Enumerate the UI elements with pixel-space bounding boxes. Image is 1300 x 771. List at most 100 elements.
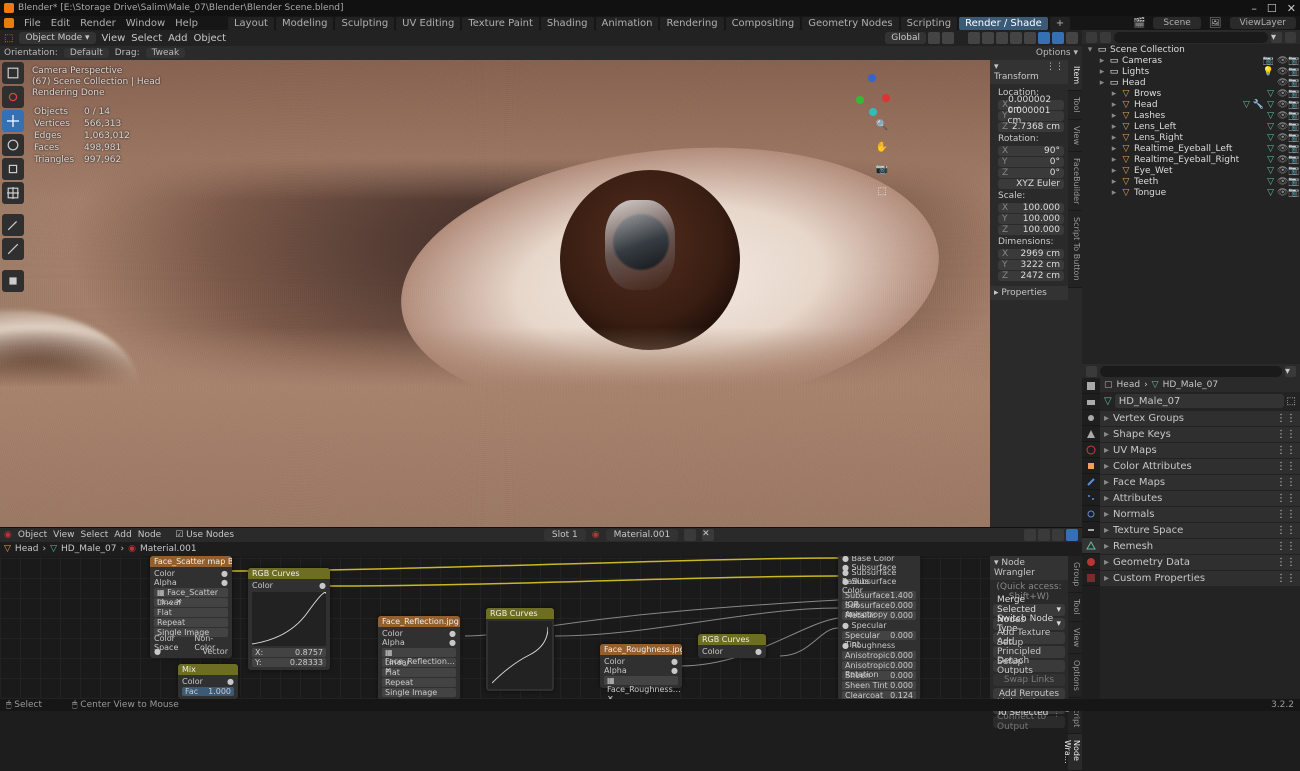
rotation-mode[interactable]: XYZ Euler — [998, 179, 1064, 189]
bsdf-socket[interactable]: Sheen0.000 — [842, 671, 916, 680]
ntab-item[interactable]: Item — [1068, 60, 1082, 91]
menu-window[interactable]: Window — [126, 18, 165, 29]
axis-y-icon[interactable] — [856, 96, 864, 104]
tool-move[interactable] — [2, 110, 24, 132]
ptab-modifiers[interactable] — [1082, 474, 1100, 490]
node-graph[interactable]: Face_Scatter map Blender.jpg Color● Alph… — [0, 556, 990, 699]
ptab-constraints[interactable] — [1082, 522, 1100, 538]
prop-panel-header[interactable]: ▸Vertex Groups⋮⋮ — [1100, 410, 1300, 426]
nw-connect[interactable]: Connect to Output — [993, 716, 1065, 728]
slot-dropdown[interactable]: Slot 1 — [544, 529, 586, 541]
ntab-script[interactable]: Script To Button — [1068, 211, 1082, 288]
pause-render[interactable] — [1066, 32, 1078, 44]
orientation-value[interactable]: Default — [64, 48, 109, 58]
workspace-add-button[interactable]: + — [1050, 17, 1070, 30]
ptab-world[interactable] — [1082, 442, 1100, 458]
menu-file[interactable]: File — [24, 18, 41, 29]
shader-editor-icon[interactable]: ◉ — [4, 530, 12, 540]
node-rgb-curves-3[interactable]: RGB Curves Color● — [698, 634, 766, 658]
mode-dropdown[interactable]: Object Mode ▾ — [19, 32, 95, 44]
proportional-toggle[interactable] — [942, 32, 954, 44]
scene-field[interactable]: Scene — [1153, 17, 1200, 29]
node-image-texture-2[interactable]: Face_Reflection.jpg Color● Alpha● ▦ Face… — [378, 616, 460, 699]
ptab-viewlayer[interactable] — [1082, 410, 1100, 426]
tool-scale[interactable] — [2, 158, 24, 180]
ntab2-group[interactable]: Group — [1068, 556, 1082, 593]
window-close-button[interactable]: ✕ — [1287, 2, 1296, 15]
outliner-tree[interactable]: ▾▭Scene Collection▸▭Cameras 📷👁📷▸▭Lights … — [1082, 44, 1300, 364]
outliner-row[interactable]: ▸▽Lashes ▽👁📷 — [1082, 110, 1300, 121]
window-maximize-button[interactable]: ☐ — [1267, 2, 1277, 15]
bc-obj[interactable]: Head — [1117, 380, 1141, 390]
bc-mesh[interactable]: HD_Male_07 — [61, 544, 116, 554]
workspace-tab[interactable]: Modeling — [276, 17, 334, 30]
shading-rendered[interactable] — [1052, 32, 1064, 44]
bsdf-socket[interactable]: ● Roughness — [842, 641, 916, 650]
scale-z[interactable]: Z100.000 — [998, 225, 1064, 235]
restrict-render-icon[interactable]: 📷 — [1288, 133, 1298, 143]
ptab-render[interactable] — [1082, 378, 1100, 394]
restrict-viewport-icon[interactable]: 👁 — [1277, 78, 1287, 88]
outliner-row[interactable]: ▸▭Head👁📷 — [1082, 77, 1300, 88]
ne-view[interactable]: View — [53, 530, 74, 540]
viewport-3d[interactable]: Camera Perspective (67) Scene Collection… — [0, 60, 990, 527]
prop-panel-header[interactable]: ▸Remesh⋮⋮ — [1100, 538, 1300, 554]
ptab-particles[interactable] — [1082, 490, 1100, 506]
bsdf-socket[interactable]: Specular Tint0.000 — [842, 631, 916, 640]
restrict-render-icon[interactable]: 📷 — [1288, 144, 1298, 154]
outliner-row[interactable]: ▸▭Lights 💡👁📷 — [1082, 66, 1300, 77]
use-nodes-checkbox[interactable]: ☑ Use Nodes — [175, 530, 234, 540]
dim-x[interactable]: X2969 cm — [998, 249, 1064, 259]
ptab-scene[interactable] — [1082, 426, 1100, 442]
outliner-row[interactable]: ▸▽Realtime_Eyeball_Left ▽👁📷 — [1082, 143, 1300, 154]
ptab-object[interactable] — [1082, 458, 1100, 474]
rotation-x[interactable]: X90° — [998, 146, 1064, 156]
outliner-new-collection[interactable] — [1285, 32, 1296, 43]
ptab-texture[interactable] — [1082, 570, 1100, 586]
camera-icon[interactable]: 📷 — [874, 164, 890, 180]
restrict-render-icon[interactable]: 📷 — [1288, 122, 1298, 132]
restrict-viewport-icon[interactable]: 👁 — [1277, 89, 1287, 99]
outliner-row[interactable]: ▾▭Scene Collection — [1082, 44, 1300, 55]
ptab-data[interactable] — [1082, 538, 1100, 554]
restrict-viewport-icon[interactable]: 👁 — [1277, 188, 1287, 198]
outliner-row[interactable]: ▸▽Brows ▽👁📷 — [1082, 88, 1300, 99]
restrict-viewport-icon[interactable]: 👁 — [1277, 177, 1287, 187]
outliner-row[interactable]: ▸▽Realtime_Eyeball_Right ▽👁📷 — [1082, 154, 1300, 165]
outliner-search[interactable] — [1114, 32, 1268, 43]
workspace-tab[interactable]: Texture Paint — [462, 17, 539, 30]
prop-panel-header[interactable]: ▸Face Maps⋮⋮ — [1100, 474, 1300, 490]
restrict-viewport-icon[interactable]: 👁 — [1277, 111, 1287, 121]
shading-wire[interactable] — [1010, 32, 1022, 44]
ne-snap[interactable] — [1038, 529, 1050, 541]
snap-toggle[interactable] — [928, 32, 940, 44]
workspace-tab[interactable]: UV Editing — [396, 17, 460, 30]
node-rgb-curves-2[interactable]: RGB Curves — [486, 608, 554, 691]
workspace-tab[interactable]: Layout — [228, 17, 274, 30]
node-wrangler-header[interactable]: ▾ Node Wrangler — [990, 556, 1068, 580]
axis-x-icon[interactable] — [882, 94, 890, 102]
restrict-viewport-icon[interactable]: 👁 — [1277, 56, 1287, 66]
object-name-field[interactable]: HD_Male_07 — [1115, 394, 1284, 408]
bc-mesh[interactable]: HD_Male_07 — [1163, 380, 1218, 390]
bsdf-socket[interactable]: ● Specular — [842, 621, 916, 630]
workspace-tab[interactable]: Shading — [541, 17, 594, 30]
ne-type[interactable]: Object — [18, 530, 47, 540]
ne-pin2[interactable] — [1052, 529, 1064, 541]
prop-panel-header[interactable]: ▸UV Maps⋮⋮ — [1100, 442, 1300, 458]
restrict-render-icon[interactable]: 📷 — [1288, 56, 1298, 66]
workspace-tab[interactable]: Scripting — [901, 17, 957, 30]
restrict-viewport-icon[interactable]: 👁 — [1277, 100, 1287, 110]
dim-z[interactable]: Z2472 cm — [998, 271, 1064, 281]
tool-rotate[interactable] — [2, 134, 24, 156]
prop-panel-header[interactable]: ▸Shape Keys⋮⋮ — [1100, 426, 1300, 442]
ntab-tool[interactable]: Tool — [1068, 91, 1082, 120]
ptab-output[interactable] — [1082, 394, 1100, 410]
menu-help[interactable]: Help — [175, 18, 198, 29]
overlay-toggle[interactable] — [982, 32, 994, 44]
nw-swap[interactable]: Swap Links — [993, 674, 1065, 686]
restrict-render-icon[interactable]: 📷 — [1288, 177, 1298, 187]
prop-panel-header[interactable]: ▸Texture Space⋮⋮ — [1100, 522, 1300, 538]
orientation-dropdown[interactable]: Global — [885, 32, 926, 44]
window-minimize-button[interactable]: – — [1251, 2, 1257, 15]
